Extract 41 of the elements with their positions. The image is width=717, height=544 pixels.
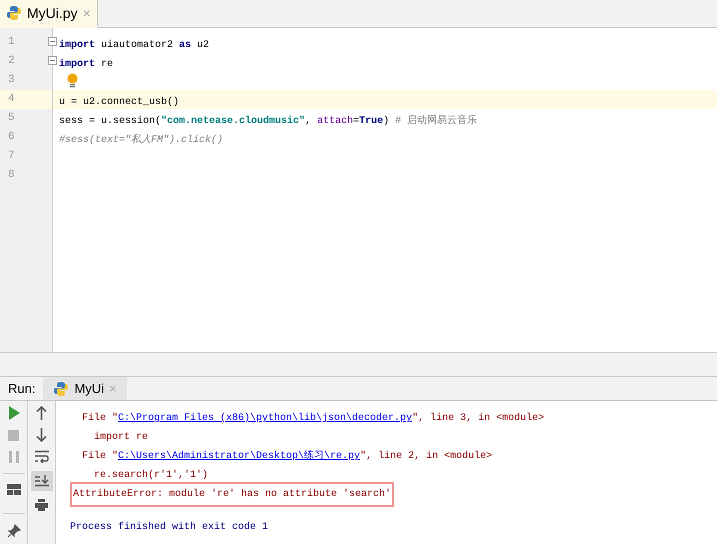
console-text: ", line 3, in <module> <box>412 412 544 426</box>
file-link[interactable]: C:\Program Files (x86)\python\lib\json\decoder.py <box>118 411 412 426</box>
code-line: #sess(text="私人FM").click() <box>59 134 224 146</box>
line-number: 3 <box>8 73 15 88</box>
up-arrow-icon[interactable] <box>36 406 47 420</box>
tab-label: MyUi.py <box>27 4 78 23</box>
fold-icon[interactable] <box>48 37 57 46</box>
code-line: sess = u.session("com.netease.cloudmusic", attach=True) # 启动网易云音乐 <box>59 116 478 126</box>
console-text: import re <box>93 430 148 445</box>
file-link[interactable]: C:\Users\Administrator\Desktop\练习\re.py <box>118 449 360 464</box>
line-number: 8 <box>8 168 15 184</box>
line-number: 4 <box>8 92 15 108</box>
code-line: import uiautomator2 as u2 <box>59 40 210 50</box>
line-number: 1 <box>8 35 15 50</box>
console-text: ", line 2, in <module> <box>360 450 492 464</box>
run-tab[interactable]: MyUi × <box>43 377 127 400</box>
python-file-icon <box>53 380 70 396</box>
lightbulb-icon[interactable] <box>67 73 78 88</box>
pin-icon[interactable] <box>6 524 20 538</box>
tab-label: MyUi <box>74 380 104 398</box>
fold-icon[interactable] <box>48 56 57 65</box>
print-icon[interactable] <box>35 499 48 511</box>
file-tab[interactable]: MyUi.py × <box>0 0 98 28</box>
scroll-to-end-icon[interactable] <box>30 471 52 491</box>
line-number: 5 <box>8 111 15 126</box>
console-text: Process finished with exit code 1 <box>70 520 268 535</box>
line-number: 2 <box>8 54 15 70</box>
line-number: 6 <box>8 130 15 146</box>
console-text: File " <box>81 412 118 426</box>
code-line: import re <box>59 58 114 70</box>
run-icon[interactable] <box>8 406 20 420</box>
error-message: AttributeError: module 're' has no attribute 'search' <box>73 488 392 502</box>
python-file-icon <box>6 5 22 21</box>
code-line: u = u2.connect_usb() <box>59 96 180 108</box>
wrap-icon[interactable] <box>34 450 48 463</box>
layout-icon[interactable] <box>6 484 20 495</box>
line-number: 7 <box>8 149 15 164</box>
down-arrow-icon[interactable] <box>36 428 47 442</box>
run-label: Run: <box>7 380 36 398</box>
console-text: re.search(r'1','1') <box>93 468 208 483</box>
console-text: File " <box>81 450 118 464</box>
